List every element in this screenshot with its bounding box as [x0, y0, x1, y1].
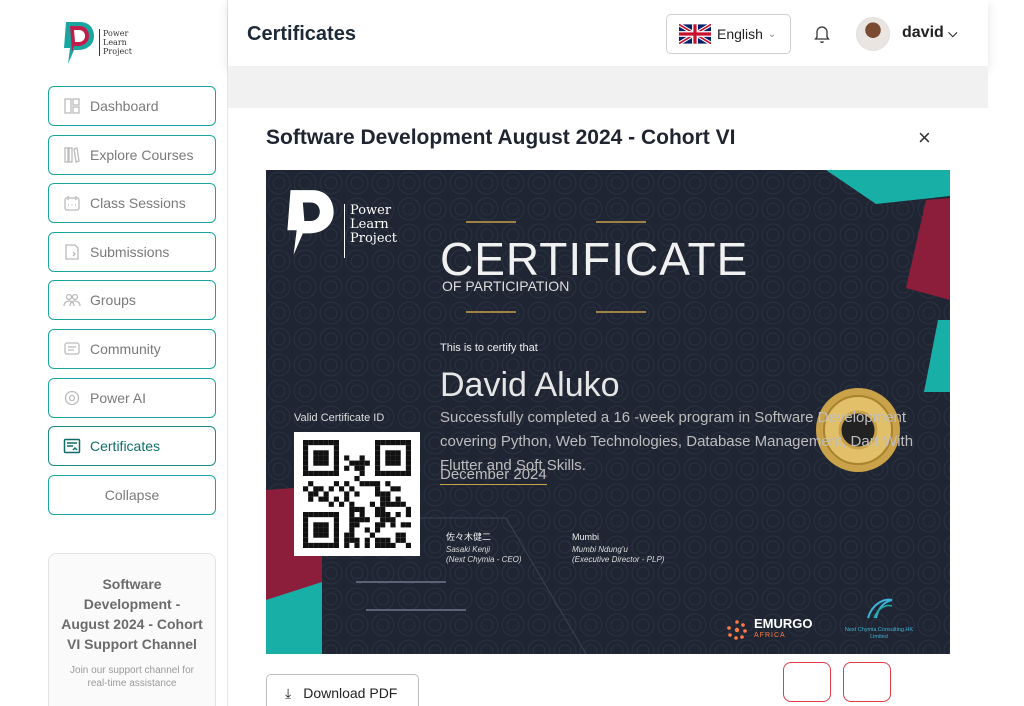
books-icon	[63, 146, 81, 164]
sidebar-item-power-ai[interactable]: Power AI	[48, 377, 216, 418]
dashboard-icon	[63, 97, 81, 115]
support-title: Software Development - August 2024 - Coh…	[61, 576, 203, 652]
plp-logo-icon	[287, 190, 334, 255]
chevron-down-icon: ⌄	[767, 28, 777, 40]
certificate-logo: Power Learn Project	[280, 184, 397, 258]
next-chymia-logo: Next Chymia Consulting HK Limited	[838, 594, 920, 641]
uk-flag-icon	[679, 24, 711, 44]
language-selector[interactable]: English ⌄	[666, 14, 791, 54]
bell-icon[interactable]	[811, 22, 833, 44]
chevron-down-icon: ⌵	[948, 26, 958, 40]
certificate-subtitle: OF PARTICIPATION	[442, 278, 570, 294]
sidebar: Power Learn Project Dashboard Explore Co…	[0, 0, 228, 706]
sidebar-item-label: Explore Courses	[90, 146, 194, 163]
close-button[interactable]: ×	[918, 125, 931, 151]
top-header: Certificates English ⌄ david ⌵	[228, 0, 988, 66]
ai-icon	[63, 389, 81, 407]
sidebar-item-label: Submissions	[90, 243, 170, 260]
sidebar-nav: Dashboard Explore Courses Class Sessions…	[48, 86, 216, 523]
sidebar-item-dashboard[interactable]: Dashboard	[48, 86, 216, 126]
collapse-button[interactable]: Collapse	[48, 474, 216, 515]
user-avatar[interactable]	[856, 17, 890, 51]
sidebar-item-explore-courses[interactable]: Explore Courses	[48, 134, 216, 175]
sidebar-item-certificates[interactable]: Certificates	[48, 426, 216, 467]
emurgo-logo: EMURGO AFRICA	[726, 617, 813, 642]
page-title: Certificates	[247, 23, 356, 45]
certificate-date: December 2024	[440, 466, 547, 485]
submissions-icon	[63, 243, 81, 261]
signature-director: Mumbi Mumbi Ndung'u (Executive Director …	[572, 532, 665, 564]
sidebar-item-label: Dashboard	[90, 98, 159, 114]
collapse-label: Collapse	[104, 486, 160, 503]
sidebar-item-label: Certificates	[90, 438, 161, 455]
sidebar-item-groups[interactable]: Groups	[48, 280, 216, 321]
support-subtitle: Join our support channel for real-time a…	[70, 665, 194, 689]
brand-logo[interactable]: Power Learn Project	[60, 18, 132, 66]
plp-logo-icon	[64, 22, 94, 64]
signature-ceo: 佐々木健二 Sasaki Kenji (Next Chymia - CEO)	[446, 532, 522, 564]
support-channel-card[interactable]: Software Development - August 2024 - Coh…	[48, 553, 216, 706]
sidebar-item-label: Community	[90, 340, 161, 357]
recipient-name: David Aluko	[440, 366, 620, 404]
download-pdf-button[interactable]: ⤓ Download PDF	[266, 674, 419, 706]
language-label: English	[717, 26, 763, 42]
qr-code[interactable]	[294, 432, 420, 556]
certificate-image: Power Learn Project CERTIFICATE OF PARTI…	[266, 170, 950, 654]
calendar-icon	[63, 194, 81, 212]
sidebar-item-label: Power AI	[90, 389, 147, 406]
valid-certificate-label: Valid Certificate ID	[294, 412, 385, 424]
share-button-1[interactable]	[783, 662, 831, 702]
groups-icon	[63, 291, 81, 309]
download-icon: ⤓	[285, 684, 292, 701]
download-label: Download PDF	[303, 685, 398, 701]
user-name: david	[902, 24, 944, 41]
share-button-2[interactable]	[843, 662, 891, 702]
sidebar-item-label: Class Sessions	[90, 195, 186, 212]
sidebar-item-label: Groups	[90, 292, 136, 309]
modal-title: Software Development August 2024 - Cohor…	[266, 126, 736, 149]
next-chymia-icon	[867, 598, 893, 619]
sidebar-item-submissions[interactable]: Submissions	[48, 231, 216, 272]
certify-text: This is to certify that	[440, 342, 538, 354]
logo-words: Power Learn Project	[99, 28, 132, 56]
user-menu[interactable]: david ⌵	[902, 24, 957, 42]
sidebar-item-community[interactable]: Community	[48, 328, 216, 369]
chat-icon	[63, 340, 81, 358]
certificate-icon	[63, 437, 81, 455]
certificate-modal: Software Development August 2024 - Cohor…	[228, 108, 988, 706]
emurgo-dots-icon	[727, 620, 747, 640]
sidebar-item-class-sessions[interactable]: Class Sessions	[48, 183, 216, 224]
